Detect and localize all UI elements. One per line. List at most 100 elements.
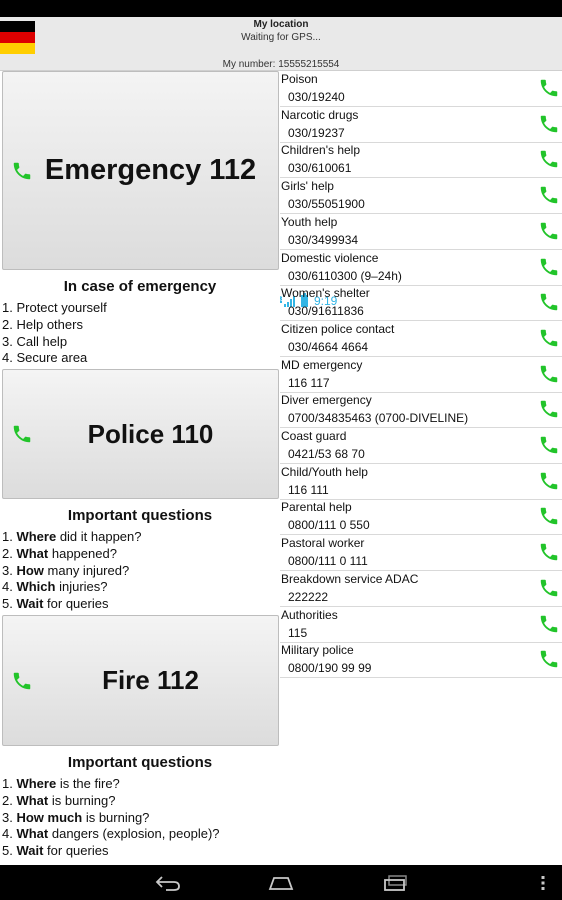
phone-call-icon[interactable] <box>538 577 560 599</box>
contact-number: 030/55051900 <box>288 197 365 212</box>
phone-call-icon[interactable] <box>538 541 560 563</box>
contact-name: Narcotic drugs <box>281 107 359 122</box>
contact-row[interactable]: Poison 030/19240 <box>280 71 562 107</box>
contact-name: Domestic violence <box>281 250 379 265</box>
contact-row[interactable]: Pastoral worker 0800/111 0 111 <box>280 535 562 572</box>
contact-number: 030/3499934 <box>288 232 359 247</box>
list-item: 4. Secure area <box>2 350 88 366</box>
police-questions: 1. Where did it happen? 2. What happened… <box>2 529 278 613</box>
home-icon[interactable] <box>267 874 295 892</box>
contact-row[interactable]: Coast guard 0421/53 68 70 <box>280 428 562 464</box>
list-item: 4. What dangers (explosion, people)? <box>2 826 220 842</box>
phone-call-icon[interactable] <box>538 398 560 420</box>
police-button-label: Police 110 <box>87 418 214 449</box>
contact-number: 0800/111 0 111 <box>288 554 368 569</box>
phone-call-icon[interactable] <box>538 470 560 492</box>
phone-call-icon[interactable] <box>538 363 560 385</box>
contact-list: Poison 030/19240 Narcotic drugs 030/19237 Ch… <box>280 71 562 679</box>
contact-number: 030/610061 <box>288 161 352 176</box>
contact-number: 0800/111 0 550 <box>288 518 370 533</box>
contact-name: Parental help <box>281 500 352 515</box>
list-item: 3. How much is burning? <box>2 809 150 825</box>
phone-call-icon[interactable] <box>538 256 560 278</box>
contact-name: Coast guard <box>281 429 347 443</box>
menu-icon[interactable] <box>538 874 548 892</box>
list-item: 1. Protect yourself <box>2 300 107 315</box>
contact-number: 116 117 <box>288 375 330 390</box>
phone-call-icon[interactable] <box>538 434 560 456</box>
phone-icon <box>13 162 31 179</box>
flag-stripe-gold <box>0 43 35 54</box>
phone-call-icon[interactable] <box>538 77 560 99</box>
contact-number: 030/19237 <box>288 125 345 140</box>
contact-row[interactable]: Women's shelter 030/91611836 <box>280 285 562 322</box>
phone-call-icon[interactable] <box>538 327 560 349</box>
list-item: 5. Wait for queries <box>2 596 109 612</box>
contact-row[interactable]: Breakdown service ADAC 222222 <box>280 571 562 607</box>
contact-row[interactable]: Youth help 030/3499934 <box>280 214 562 250</box>
fire-questions: 1. Where is the fire? 2. What is burning… <box>2 776 278 860</box>
fire-button-label: Fire 112 <box>102 665 199 695</box>
phone-call-icon[interactable] <box>538 148 560 170</box>
contact-number: 0800/190 99 99 <box>288 661 372 676</box>
contact-row[interactable]: Domestic violence 030/6110300 (9–24h) <box>280 250 562 286</box>
list-item: 4. Which injuries? <box>2 579 108 595</box>
contact-row[interactable]: Citizen police contact 030/4664 4664 <box>280 321 562 357</box>
police-heading: Important questions <box>67 507 213 524</box>
contact-name: Women's shelter <box>281 286 370 301</box>
contact-number: 222222 <box>288 589 329 604</box>
contact-number: 116 111 <box>288 482 329 497</box>
emergency-112-button[interactable]: Emergency 112 <box>2 71 279 270</box>
contact-number: 030/4664 4664 <box>288 339 369 354</box>
contact-name: Child/Youth help <box>281 464 368 479</box>
contact-name: Diver emergency <box>281 393 372 408</box>
list-item: 3. How many injured? <box>2 562 130 578</box>
contact-name: Pastoral worker <box>281 536 365 551</box>
contact-number: 115 <box>288 625 308 640</box>
contact-name: MD emergency <box>281 357 363 372</box>
phone-call-icon[interactable] <box>538 505 560 527</box>
list-item: 2. What is burning? <box>2 792 116 808</box>
phone-icon <box>13 425 31 443</box>
phone-icon <box>13 672 31 689</box>
contact-row[interactable]: Girls' help 030/55051900 <box>280 178 562 215</box>
gps-status: Waiting for GPS... <box>241 32 321 43</box>
contact-row[interactable]: MD emergency 116 117 <box>280 357 562 393</box>
contact-name: Citizen police contact <box>281 321 395 336</box>
police-110-button[interactable]: Police 110 <box>2 369 279 499</box>
contact-number: 030/91611836 <box>288 304 364 319</box>
fire-112-button[interactable]: Fire 112 <box>2 615 279 746</box>
recent-apps-icon[interactable] <box>382 874 410 892</box>
phone-call-icon[interactable] <box>538 113 560 135</box>
list-item: 1. Where is the fire? <box>2 776 120 791</box>
location-title: My location <box>253 19 309 30</box>
list-item: 1. Where did it happen? <box>2 529 142 544</box>
phone-call-icon[interactable] <box>538 220 560 242</box>
contact-row[interactable]: Diver emergency 0700/34835463 (0700-DIVEL… <box>280 392 562 429</box>
phone-call-icon[interactable] <box>538 613 560 635</box>
navigation-bar <box>0 865 562 900</box>
contact-row[interactable]: Child/Youth help 116 111 <box>280 464 562 500</box>
contact-number: 0700/34835463 (0700-DIVELINE) <box>288 411 469 426</box>
contact-name: Authorities <box>281 607 338 622</box>
contact-name: Military police <box>281 643 354 658</box>
status-bar: 3G 9:19 <box>0 0 562 308</box>
contact-row[interactable]: Parental help 0800/111 0 550 <box>280 499 562 536</box>
contact-number: 0421/53 68 70 <box>288 447 365 461</box>
emergency-heading: In case of emergency <box>63 278 217 295</box>
contact-row[interactable]: Children's help 030/610061 <box>280 142 562 179</box>
contact-row[interactable]: Military police 0800/190 99 99 <box>280 642 562 679</box>
contact-row[interactable]: Narcotic drugs 030/19237 <box>280 107 562 143</box>
emergency-column: Emergency 112 In case of emergency 1. Pr… <box>0 71 280 865</box>
contact-name: Children's help <box>281 143 361 158</box>
contact-row[interactable]: Authorities 115 <box>280 607 562 643</box>
my-number: My number: 15555215554 <box>222 59 340 70</box>
back-icon[interactable] <box>154 874 182 892</box>
phone-call-icon[interactable] <box>538 648 560 670</box>
fire-heading: Important questions <box>67 754 213 771</box>
phone-call-icon[interactable] <box>538 291 560 313</box>
phone-call-icon[interactable] <box>538 184 560 206</box>
list-item: 2. Help others <box>2 316 83 332</box>
emergency-steps: 1. Protect yourself 2. Help others 3. Ca… <box>2 300 278 367</box>
location-header: My location Waiting for GPS... My number… <box>0 17 562 71</box>
